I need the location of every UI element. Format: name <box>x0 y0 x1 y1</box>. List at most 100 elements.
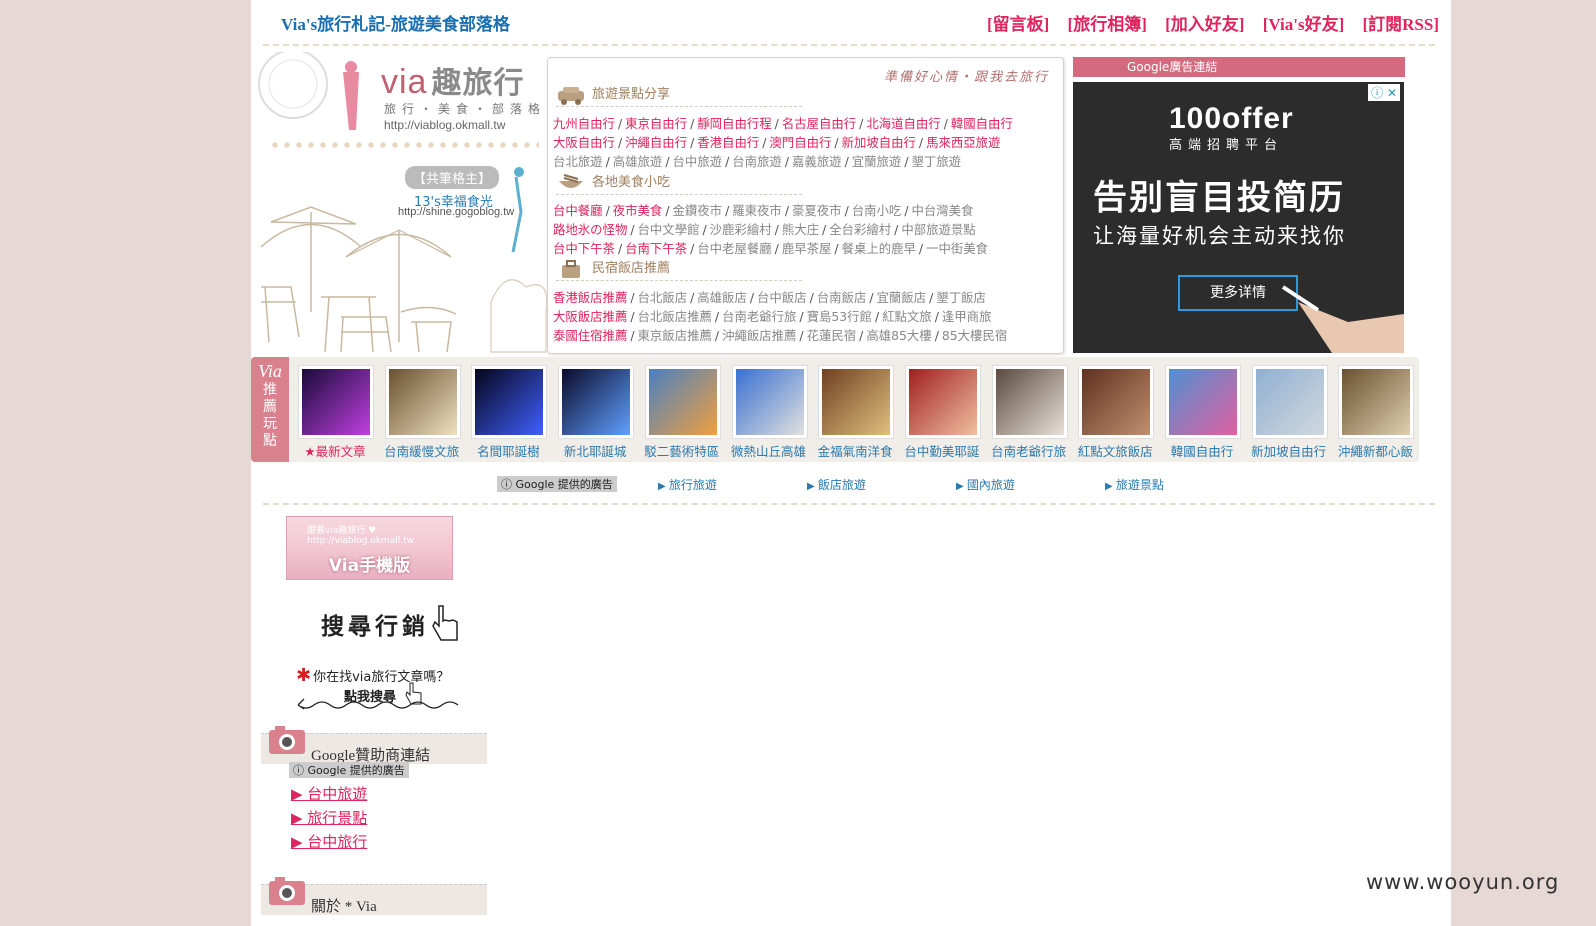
thumbnail-label[interactable]: 台中勤美耶誕 <box>897 441 987 460</box>
thumbnail-image[interactable] <box>1251 365 1328 439</box>
category-link[interactable]: 逢甲商旅 <box>942 309 992 324</box>
category-link[interactable]: 台中下午茶 <box>553 241 615 256</box>
category-link[interactable]: 寶島53行館 <box>807 309 872 324</box>
thumbnail-image[interactable] <box>904 365 981 439</box>
category-link[interactable]: 台南旅遊 <box>732 154 782 169</box>
category-link[interactable]: 墾丁旅遊 <box>912 154 962 169</box>
thumbnail-image[interactable] <box>731 365 808 439</box>
category-link[interactable]: 85大樓民宿 <box>942 328 1007 343</box>
thumbnail-label[interactable]: 名間耶誕樹 <box>463 441 553 460</box>
thumbnail-label[interactable]: 微熱山丘高雄 <box>724 441 814 460</box>
ad-close-icon[interactable]: ⓘ ✕ <box>1368 84 1400 101</box>
category-link[interactable]: 東京自由行 <box>625 116 687 131</box>
category-link[interactable]: 馬來西亞旅遊 <box>926 135 1000 150</box>
category-link[interactable]: 金鑽夜市 <box>673 203 723 218</box>
category-link[interactable]: 全台彩繪村 <box>829 222 891 237</box>
add-friend-link[interactable]: [加入好友] <box>1165 15 1244 34</box>
thumbnail-image[interactable] <box>1165 365 1241 439</box>
category-link[interactable]: 沙鹿彩繪村 <box>710 222 772 237</box>
mobile-version-banner[interactable]: 跟著via趣旅行 ♥ http://viablog.okmall.tw Via手… <box>286 516 453 580</box>
category-link[interactable]: 九州自由行 <box>553 116 615 131</box>
guestbook-link[interactable]: [留言板] <box>987 15 1049 34</box>
category-link[interactable]: 台北飯店推薦 <box>638 309 712 324</box>
category-link[interactable]: 高雄飯店 <box>697 290 747 305</box>
google-ad-label[interactable]: ⓘ Google 提供的廣告 <box>289 762 409 778</box>
site-title[interactable]: Via's旅行札記-旅遊美食部落格 <box>281 10 510 35</box>
sponsor-link[interactable]: ▶ 旅行景點 <box>291 807 367 828</box>
thumbnail-label[interactable]: 紅點文旅飯店 <box>1070 441 1160 460</box>
category-link[interactable]: 台南小吃 <box>852 203 902 218</box>
category-link[interactable]: 新加坡自由行 <box>842 135 916 150</box>
category-link[interactable]: 大阪自由行 <box>553 135 615 150</box>
category-link[interactable]: 台南下午茶 <box>625 241 687 256</box>
thumbnail-label[interactable]: 新加坡自由行 <box>1244 441 1334 460</box>
category-link[interactable]: 名古屋自由行 <box>782 116 856 131</box>
category-link[interactable]: 沖繩飯店推薦 <box>722 328 796 343</box>
category-link[interactable]: 鹿早茶屋 <box>782 241 832 256</box>
thumbnail-image[interactable] <box>384 365 461 439</box>
thumbnail-image[interactable] <box>818 365 895 439</box>
ad-link-hotel[interactable]: 飯店旅遊 <box>807 476 866 493</box>
category-link[interactable]: 東京飯店推薦 <box>638 328 712 343</box>
thumbnail-image[interactable] <box>991 365 1068 439</box>
sponsor-link[interactable]: ▶ 台中旅行 <box>291 831 367 852</box>
category-link[interactable]: 熊大庄 <box>782 222 819 237</box>
thumbnail-label[interactable]: 新北耶誕城 <box>550 441 640 460</box>
category-link[interactable]: 靜岡自由行程 <box>697 116 771 131</box>
thumbnail-image[interactable] <box>1078 365 1155 439</box>
category-link[interactable]: 泰國住宿推薦 <box>553 328 627 343</box>
category-link[interactable]: 韓國自由行 <box>951 116 1013 131</box>
thumbnail-label[interactable]: 台南緩慢文旅 <box>377 441 467 460</box>
category-link[interactable]: 紅點文旅 <box>882 309 932 324</box>
album-link[interactable]: [旅行相簿] <box>1068 15 1147 34</box>
thumbnail-label[interactable]: 沖繩新都心飯 <box>1330 441 1420 460</box>
category-link[interactable]: 路地氷の怪物 <box>553 222 627 237</box>
thumbnail-image[interactable] <box>1338 365 1415 439</box>
guest-author-url[interactable]: http://shine.gogoblog.tw <box>398 206 514 218</box>
category-link[interactable]: 台南老爺行旅 <box>722 309 796 324</box>
thumbnail-image[interactable] <box>298 365 374 439</box>
ad-banner[interactable]: ⓘ ✕ 100offer 高端招聘平台 告别盲目投简历 让海量好机会主动来找你 … <box>1073 82 1404 353</box>
thumbnail-label[interactable]: 駁二藝術特區 <box>637 441 727 460</box>
category-link[interactable]: 香港自由行 <box>697 135 759 150</box>
via-friends-link[interactable]: [Via's好友] <box>1263 15 1345 34</box>
ad-link-domestic[interactable]: 國內旅遊 <box>956 476 1015 493</box>
category-link[interactable]: 夜市美食 <box>613 203 663 218</box>
category-link[interactable]: 中台灣美食 <box>912 203 974 218</box>
thumbnail-label[interactable]: 台南老爺行旅 <box>984 441 1074 460</box>
category-link[interactable]: 台中老屋餐廳 <box>697 241 771 256</box>
category-link[interactable]: 中部旅遊景點 <box>901 222 975 237</box>
category-link[interactable]: 台北飯店 <box>638 290 688 305</box>
category-link[interactable]: 宜蘭旅遊 <box>852 154 902 169</box>
thumbnail-image[interactable] <box>644 365 721 439</box>
thumbnail-image[interactable] <box>471 365 548 439</box>
category-link[interactable]: 高雄85大樓 <box>866 328 931 343</box>
category-link[interactable]: 台中飯店 <box>757 290 807 305</box>
ad-link-spots[interactable]: 旅遊景點 <box>1105 476 1164 493</box>
category-link[interactable]: 墾丁飯店 <box>936 290 986 305</box>
category-link[interactable]: 台北旅遊 <box>553 154 603 169</box>
category-link[interactable]: 台中文學館 <box>638 222 700 237</box>
thumbnail-label[interactable]: ★最新文章 <box>290 441 380 460</box>
category-link[interactable]: 北海道自由行 <box>866 116 940 131</box>
category-link[interactable]: 香港飯店推薦 <box>553 290 627 305</box>
thumbnail-image[interactable] <box>558 365 635 439</box>
category-link[interactable]: 一中街美食 <box>926 241 988 256</box>
category-link[interactable]: 宜蘭飯店 <box>877 290 927 305</box>
sponsor-link[interactable]: ▶ 台中旅遊 <box>291 783 367 804</box>
thumbnail-label[interactable]: 金福氣南洋食 <box>810 441 900 460</box>
google-ad-label[interactable]: ⓘ Google 提供的廣告 <box>497 476 617 492</box>
category-link[interactable]: 台中餐廳 <box>553 203 603 218</box>
category-link[interactable]: 澳門自由行 <box>769 135 831 150</box>
search-marketing-link[interactable]: 搜尋行銷 <box>321 607 429 641</box>
category-link[interactable]: 餐桌上的鹿早 <box>842 241 916 256</box>
category-link[interactable]: 高雄旅遊 <box>613 154 663 169</box>
logo[interactable]: via 趣旅行 <box>381 58 524 102</box>
category-link[interactable]: 沖繩自由行 <box>625 135 687 150</box>
rss-link[interactable]: [訂閱RSS] <box>1362 15 1439 34</box>
category-link[interactable]: 大阪飯店推薦 <box>553 309 627 324</box>
category-link[interactable]: 台中旅遊 <box>673 154 723 169</box>
find-article-question[interactable]: ✱ 你在找via旅行文章嗎？ <box>296 665 449 686</box>
thumbnail-label[interactable]: 韓國自由行 <box>1157 441 1247 460</box>
category-link[interactable]: 台南飯店 <box>817 290 867 305</box>
